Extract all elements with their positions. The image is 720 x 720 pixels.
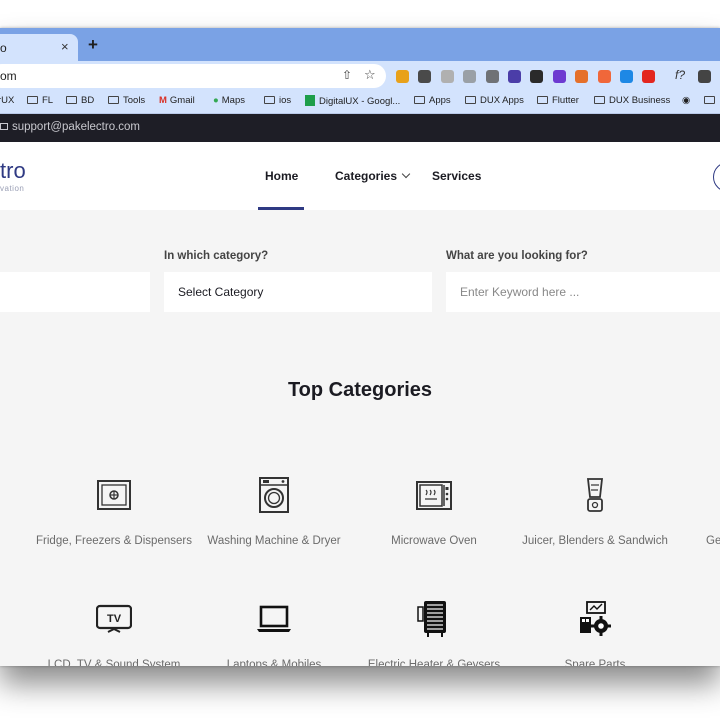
category-label: Laptops & Mobiles [226, 659, 322, 666]
folder-icon [108, 96, 119, 104]
ext-chat-icon[interactable] [530, 70, 544, 83]
washing-machine-icon [259, 477, 289, 513]
logo-tagline: vation [0, 184, 25, 193]
browser-toolbar: om ⇧ ☆ f? [0, 61, 720, 91]
category-label: In which category? [164, 250, 269, 262]
ext-flower-icon[interactable] [552, 70, 566, 83]
bookmarks-bar: rUX FL BD Tools MGmail ●Maps ios Digital… [0, 91, 720, 113]
bookmark-dux-apps[interactable]: DUX Apps [465, 95, 524, 106]
category-label: Spare Parts [564, 659, 626, 666]
site-topbar: support@pakelectro.com [0, 114, 720, 142]
site-logo[interactable]: tro [0, 158, 26, 184]
keyword-placeholder: Enter Keyword here ... [460, 285, 580, 299]
active-tab[interactable]: o × [0, 34, 78, 61]
bookmark-digitalux[interactable]: DigitalUX - Googl... [305, 95, 400, 107]
microwave-icon [416, 481, 452, 510]
category-label: Electric Heater & Geysers [367, 659, 501, 666]
keyword-label: What are you looking for? [446, 250, 588, 262]
ext-moon-icon[interactable] [575, 70, 589, 83]
nav-home[interactable]: Home [265, 169, 298, 183]
tv-icon-text: TV [107, 613, 122, 625]
folder-icon [537, 96, 548, 104]
section-title: Top Categories [287, 379, 433, 401]
tab-title: o [0, 41, 7, 55]
category-label: Washing Machine & Dryer [207, 535, 341, 547]
ext-video-icon[interactable] [698, 70, 711, 83]
mail-icon [0, 123, 8, 130]
address-bar[interactable]: om ⇧ ☆ [0, 64, 386, 88]
ext-opera-icon[interactable] [642, 70, 656, 83]
bookmark-flutter[interactable]: Flutter [537, 95, 579, 106]
tab-strip: o × + [0, 28, 720, 61]
ext-download-icon[interactable] [620, 70, 633, 83]
bookmark-tools[interactable]: Tools [108, 95, 145, 106]
nav-categories[interactable]: Categories [335, 169, 411, 183]
category-label: Ge [706, 535, 720, 547]
bookmark-apps[interactable]: Apps [414, 95, 451, 106]
gmail-icon: M [159, 95, 167, 106]
nav-services[interactable]: Services [432, 169, 481, 183]
category-label: LCD, TV & Sound System [47, 659, 181, 666]
heater-icon [417, 601, 446, 637]
ext-circle-icon[interactable] [463, 70, 477, 83]
category-label: Microwave Oven [391, 535, 477, 547]
category-label: Fridge, Freezers & Dispensers [36, 535, 192, 547]
globe-icon[interactable]: ◉ [682, 95, 690, 106]
browser-window: o × + om ⇧ ☆ f? rUX FL BD Tools MGmail ●… [0, 28, 720, 666]
blender-icon [586, 478, 604, 512]
folder-icon [264, 96, 275, 104]
site-navbar: tro vation Home Categories Services [0, 142, 720, 210]
maps-pin-icon: ● [213, 95, 219, 106]
chevron-down-icon [401, 169, 411, 179]
new-tab-button[interactable]: + [88, 35, 98, 55]
keyword-input[interactable]: Enter Keyword here ... [446, 272, 720, 312]
folder-icon [27, 96, 38, 104]
category-select-value: Select Category [178, 285, 264, 299]
bookmark-dux-business[interactable]: DUX Business [594, 95, 670, 106]
spare-parts-icon [580, 601, 611, 636]
bookmark-gmail[interactable]: M Gmail [159, 95, 195, 106]
share-icon[interactable]: ⇧ [342, 68, 352, 82]
folder-icon [594, 96, 605, 104]
ext-function-icon[interactable]: f? [675, 68, 685, 82]
ext-orange-icon[interactable] [396, 70, 409, 83]
main-content: In which category? Select Category What … [0, 210, 720, 666]
folder-icon [414, 96, 425, 104]
ext-dark-icon[interactable] [418, 70, 432, 83]
ext-camera-icon[interactable] [485, 70, 499, 83]
ext-stack-icon[interactable] [508, 70, 521, 83]
tv-icon: TV [96, 604, 132, 633]
bookmark-folder-overflow[interactable] [704, 95, 719, 106]
laptop-icon [257, 605, 291, 632]
location-input[interactable] [0, 272, 150, 312]
bookmark-maps[interactable]: ● Maps [213, 95, 245, 106]
tab-close-icon[interactable]: × [61, 39, 69, 54]
folder-icon [704, 96, 715, 104]
bookmark-ios[interactable]: ios [264, 95, 291, 106]
folder-icon [66, 96, 77, 104]
fridge-icon [97, 480, 131, 510]
category-label: Juicer, Blenders & Sandwich [522, 535, 668, 547]
support-email[interactable]: support@pakelectro.com [0, 121, 140, 133]
category-select[interactable]: Select Category [164, 272, 432, 312]
folder-icon [465, 96, 476, 104]
ext-g-icon[interactable] [597, 70, 611, 83]
bookmark-fl[interactable]: FL [27, 95, 53, 106]
bookmark-bd[interactable]: BD [66, 95, 94, 106]
sheets-icon [305, 95, 315, 106]
bookmark-star-icon[interactable]: ☆ [364, 67, 376, 83]
ext-grid-icon[interactable] [440, 70, 454, 83]
account-button[interactable] [713, 162, 720, 192]
bookmark-rux[interactable]: rUX [0, 95, 14, 106]
address-text: om [0, 69, 17, 83]
